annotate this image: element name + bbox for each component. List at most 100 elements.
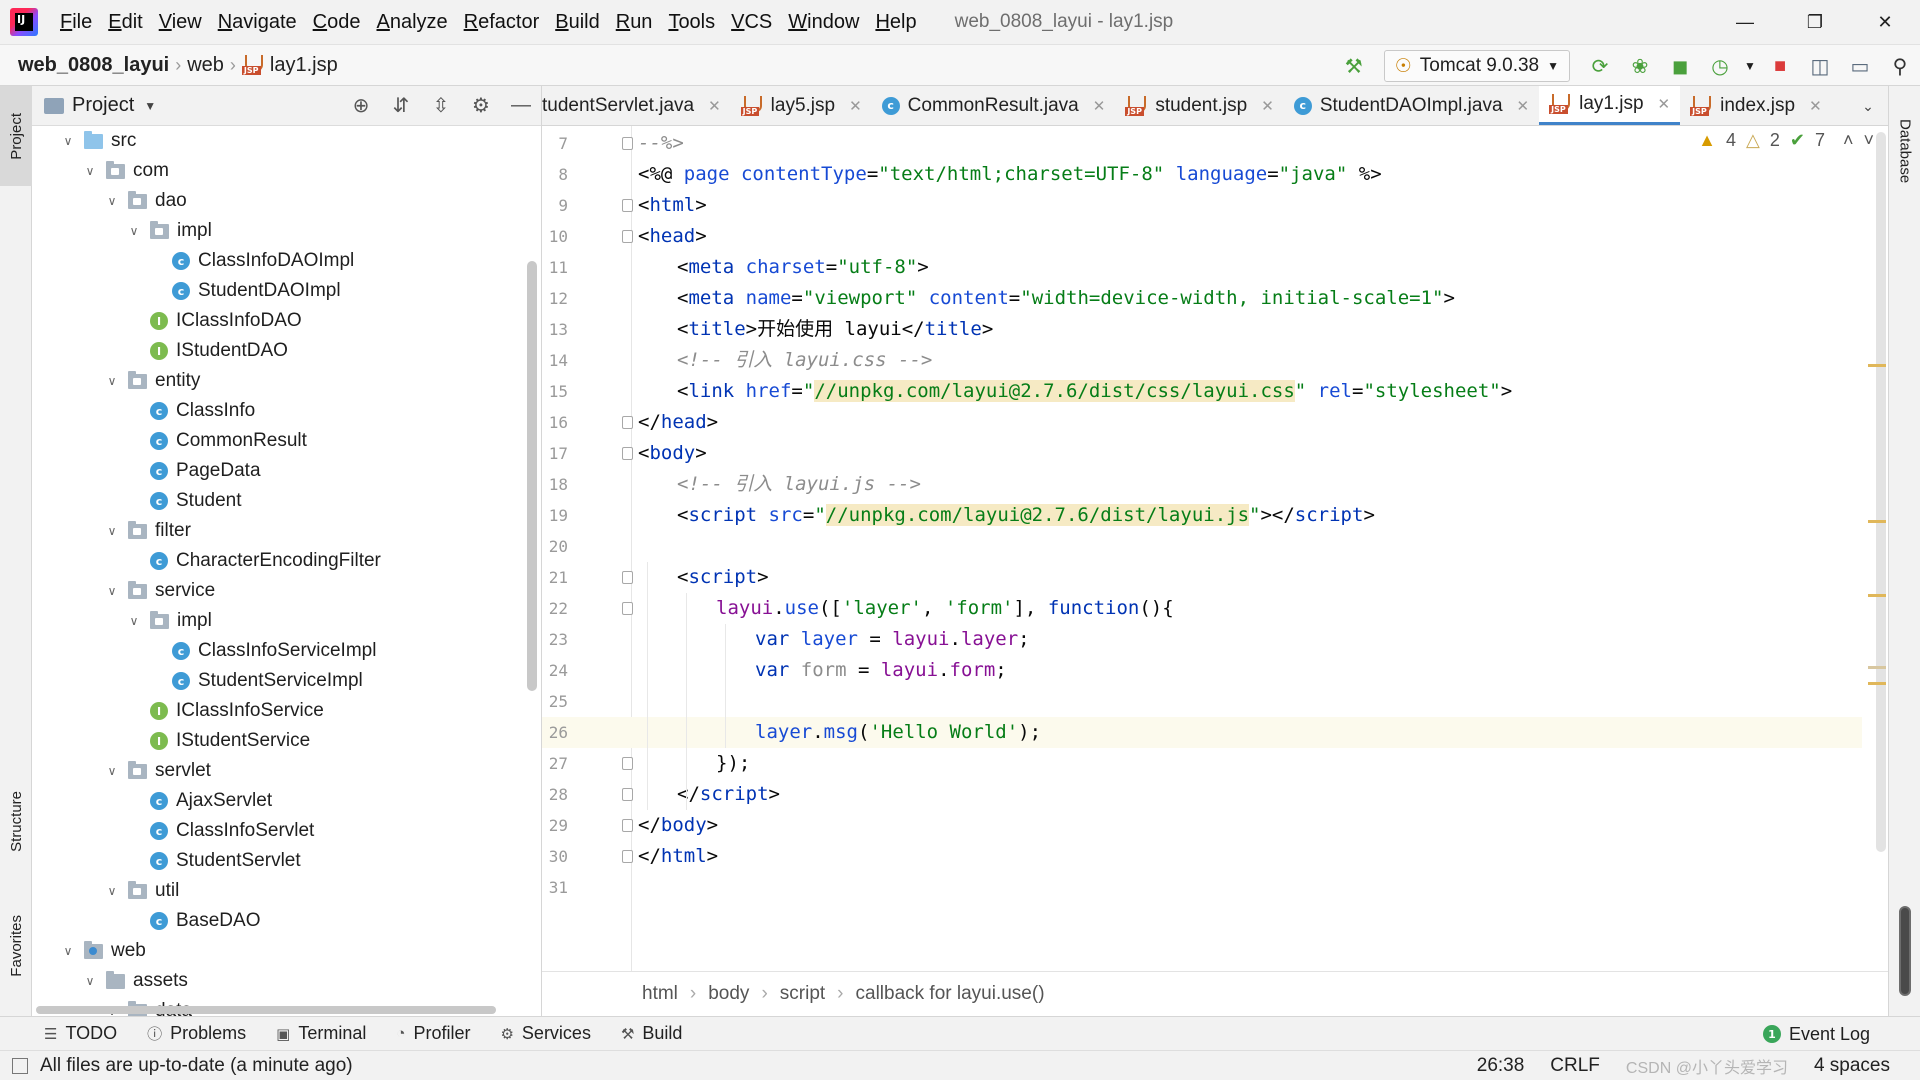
toolwindow-problems[interactable]: ⓘ Problems bbox=[147, 1023, 246, 1044]
tree-file-BaseDAO[interactable]: c BaseDAO bbox=[32, 906, 541, 936]
inspection-widget[interactable]: ▲ 4 △ 2 ✔ 7 ˄ ˅ bbox=[1698, 130, 1874, 151]
editor-tab[interactable]: c CommonResult.java ✕ bbox=[872, 86, 1116, 125]
fold-marker-icon[interactable] bbox=[622, 230, 633, 243]
editor-tab[interactable]: lay5.jsp ✕ bbox=[731, 86, 872, 125]
project-tree-scrollbar[interactable] bbox=[527, 261, 537, 691]
chevron-down-icon[interactable]: ∨ bbox=[104, 374, 120, 388]
tree-folder-dao[interactable]: ∨ dao bbox=[32, 186, 541, 216]
close-icon[interactable]: ✕ bbox=[849, 97, 862, 115]
locate-file-icon[interactable]: ⊕ bbox=[341, 86, 381, 126]
frame-icon[interactable]: ▭ bbox=[1840, 45, 1880, 87]
hide-panel-icon[interactable]: — bbox=[501, 86, 541, 126]
tree-folder-com[interactable]: ∨ com bbox=[32, 156, 541, 186]
toolwindow-profiler[interactable]: ◔ Profiler bbox=[396, 1023, 470, 1044]
debug-icon[interactable]: ❀ bbox=[1620, 45, 1660, 87]
indent-setting[interactable]: 4 spaces bbox=[1814, 1055, 1890, 1077]
tree-folder-assets[interactable]: ∨ assets bbox=[32, 966, 541, 996]
expand-all-icon[interactable]: ⇵ bbox=[381, 86, 421, 126]
tree-file-IStudentDAO[interactable]: I IStudentDAO bbox=[32, 336, 541, 366]
menu-refactor[interactable]: Refactor bbox=[456, 0, 548, 44]
tree-file-StudentServiceImpl[interactable]: c StudentServiceImpl bbox=[32, 666, 541, 696]
code-editor[interactable]: 7 --%> 8 <%@ page contentType="text/html;ch… bbox=[542, 126, 1888, 971]
run-configuration-selector[interactable]: ☉ Tomcat 9.0.38 ▼ bbox=[1383, 50, 1570, 82]
editor-tab[interactable]: index.jsp ✕ bbox=[1680, 86, 1832, 125]
tree-file-StudentServlet[interactable]: c StudentServlet bbox=[32, 846, 541, 876]
tree-file-PageData[interactable]: c PageData bbox=[32, 456, 541, 486]
menu-analyze[interactable]: Analyze bbox=[368, 0, 455, 44]
menu-tools[interactable]: Tools bbox=[660, 0, 723, 44]
chevron-down-icon[interactable]: ▼ bbox=[144, 99, 156, 113]
editor-tab[interactable]: c StudentDAOImpl.java ✕ bbox=[1284, 86, 1539, 125]
chevron-down-icon[interactable]: ∨ bbox=[82, 974, 98, 988]
tool-tab-database[interactable]: Database bbox=[1889, 96, 1920, 206]
coverage-icon[interactable]: ◼ bbox=[1660, 45, 1700, 87]
tree-folder-filter[interactable]: ∨ filter bbox=[32, 516, 541, 546]
fold-marker-icon[interactable] bbox=[622, 819, 633, 832]
toolwindow-terminal[interactable]: ▣ Terminal bbox=[276, 1023, 366, 1044]
tree-folder-impl[interactable]: ∨ impl bbox=[32, 606, 541, 636]
chevron-down-icon[interactable]: ∨ bbox=[104, 524, 120, 538]
tree-file-CharacterEncodingFilter[interactable]: c CharacterEncodingFilter bbox=[32, 546, 541, 576]
restore-icon[interactable]: ❐ bbox=[1780, 0, 1850, 44]
chevron-down-icon[interactable]: ∨ bbox=[126, 614, 142, 628]
tree-folder-src[interactable]: ∨ src bbox=[32, 126, 541, 156]
tree-file-IClassInfoService[interactable]: I IClassInfoService bbox=[32, 696, 541, 726]
toolwindow-services[interactable]: ⚙ Services bbox=[500, 1023, 590, 1044]
project-panel-title[interactable]: Project bbox=[72, 94, 134, 117]
tool-tab-structure[interactable]: Structure bbox=[0, 766, 32, 876]
fold-marker-icon[interactable] bbox=[622, 137, 633, 150]
breadcrumb-item[interactable]: script bbox=[780, 983, 825, 1005]
menu-view[interactable]: View bbox=[151, 0, 210, 44]
chevron-down-icon[interactable]: ∨ bbox=[104, 194, 120, 208]
fold-marker-icon[interactable] bbox=[622, 850, 633, 863]
tabs-overflow-icon[interactable]: ⌄ bbox=[1848, 86, 1888, 125]
tree-file-StudentDAOImpl[interactable]: c StudentDAOImpl bbox=[32, 276, 541, 306]
warning-marker[interactable] bbox=[1868, 594, 1886, 597]
menu-code[interactable]: Code bbox=[305, 0, 369, 44]
tree-file-Student[interactable]: c Student bbox=[32, 486, 541, 516]
warning-marker[interactable] bbox=[1868, 666, 1886, 669]
tree-file-IStudentService[interactable]: I IStudentService bbox=[32, 726, 541, 756]
tree-file-ClassInfoServlet[interactable]: c ClassInfoServlet bbox=[32, 816, 541, 846]
menu-file[interactable]: File bbox=[52, 0, 100, 44]
build-hammer-icon[interactable]: ⚒ bbox=[1334, 45, 1374, 87]
line-separator[interactable]: CRLF bbox=[1550, 1055, 1600, 1077]
status-toggle-icon[interactable] bbox=[12, 1057, 28, 1074]
menu-vcs[interactable]: VCS bbox=[723, 0, 780, 44]
close-icon[interactable]: ✕ bbox=[1658, 95, 1671, 113]
nav-project[interactable]: web_0808_layui bbox=[0, 54, 175, 77]
tree-file-ClassInfo[interactable]: c ClassInfo bbox=[32, 396, 541, 426]
tree-file-CommonResult[interactable]: c CommonResult bbox=[32, 426, 541, 456]
more-run-options-icon[interactable]: ▼ bbox=[1740, 45, 1760, 87]
editor-tab[interactable]: lay1.jsp ✕ bbox=[1539, 86, 1681, 125]
breadcrumb-item[interactable]: callback for layui.use() bbox=[856, 983, 1045, 1005]
tree-folder-impl[interactable]: ∨ impl bbox=[32, 216, 541, 246]
scroll-thumb[interactable] bbox=[1899, 906, 1911, 996]
search-icon[interactable]: ⚲ bbox=[1880, 45, 1920, 87]
fold-marker-icon[interactable] bbox=[622, 757, 633, 770]
fold-marker-icon[interactable] bbox=[622, 602, 633, 615]
menu-navigate[interactable]: Navigate bbox=[210, 0, 305, 44]
breadcrumb-item[interactable]: body bbox=[708, 983, 749, 1005]
menu-window[interactable]: Window bbox=[780, 0, 867, 44]
tree-file-AjaxServlet[interactable]: c AjaxServlet bbox=[32, 786, 541, 816]
fold-marker-icon[interactable] bbox=[622, 788, 633, 801]
tree-file-ClassInfoDAOImpl[interactable]: c ClassInfoDAOImpl bbox=[32, 246, 541, 276]
tree-folder-entity[interactable]: ∨ entity bbox=[32, 366, 541, 396]
tree-folder-servlet[interactable]: ∨ servlet bbox=[32, 756, 541, 786]
nav-folder[interactable]: web bbox=[181, 54, 230, 77]
tree-file-IClassInfoDAO[interactable]: I IClassInfoDAO bbox=[32, 306, 541, 336]
gear-icon[interactable]: ⚙ bbox=[461, 86, 501, 126]
close-icon[interactable]: ✕ bbox=[1809, 97, 1822, 115]
tree-folder-web[interactable]: ∨ web bbox=[32, 936, 541, 966]
profile-icon[interactable]: ◷ bbox=[1700, 45, 1740, 87]
stop-icon[interactable]: ■ bbox=[1760, 45, 1800, 87]
tree-folder-service[interactable]: ∨ service bbox=[32, 576, 541, 606]
event-log-button[interactable]: 1 Event Log bbox=[1762, 1017, 1870, 1051]
toolwindow-build[interactable]: ⚒ Build bbox=[621, 1023, 682, 1044]
fold-marker-icon[interactable] bbox=[622, 447, 633, 460]
fold-marker-icon[interactable] bbox=[622, 199, 633, 212]
minimize-icon[interactable]: — bbox=[1710, 0, 1780, 44]
chevron-down-icon[interactable]: ∨ bbox=[126, 224, 142, 238]
fold-marker-icon[interactable] bbox=[622, 571, 633, 584]
